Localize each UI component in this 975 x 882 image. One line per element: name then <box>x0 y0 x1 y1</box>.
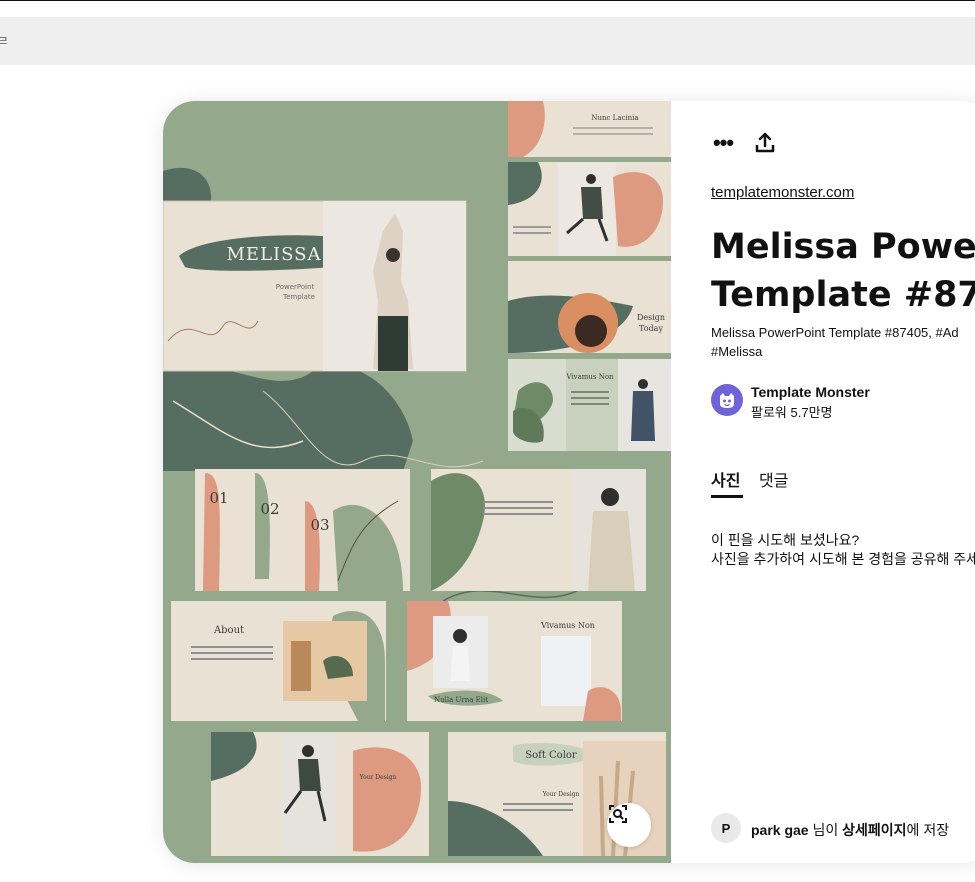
saved-by-row: P park gae 님이 상세페이지에 저장 <box>711 813 975 845</box>
visual-search-button[interactable] <box>607 803 651 847</box>
author-followers: 팔로워 5.7만명 <box>751 405 833 420</box>
slide-vivamus-mid-title: Vivamus Non <box>540 621 595 630</box>
slide-nulla-title: Nulla Urna Elit <box>434 696 488 704</box>
slide-about: About <box>171 601 386 721</box>
search-bar-glyph: ㄹ <box>0 33 9 49</box>
tab-photos[interactable]: 사진 <box>711 467 740 491</box>
slide-about-title: About <box>213 625 244 636</box>
more-options-button[interactable]: ••• <box>711 130 735 155</box>
cover-subtitle-1: PowerPoint <box>276 283 315 291</box>
pin-title-line2: Template #87405 <box>711 275 975 315</box>
slide-design-line2: Today <box>639 324 663 333</box>
pin-card: MELISSA PowerPoint Template Nunc Lacinia <box>163 101 975 863</box>
number-03: 03 <box>310 516 329 534</box>
saved-connector: 님이 <box>808 822 843 838</box>
slide-running: Your Design <box>211 732 429 856</box>
active-tab-indicator <box>711 495 743 498</box>
search-bar[interactable]: ㄹ <box>0 17 975 65</box>
slide-nunc-title: Nunc Lacinia <box>591 114 638 122</box>
tab-comments[interactable]: 댓글 <box>759 467 788 491</box>
slide-vivamus-top: Vivamus Non <box>508 359 671 451</box>
slide-soft-heading: Your Design <box>542 791 580 798</box>
saver-avatar[interactable]: P <box>711 813 741 843</box>
slide-cover: MELISSA PowerPoint Template <box>163 200 467 372</box>
description-line2[interactable]: #Melissa <box>711 342 975 361</box>
slide-numbers: 01 02 03 <box>195 469 410 591</box>
author-name[interactable]: Template Monster <box>751 384 870 400</box>
pin-details: ••• templatemonster.com Melissa PowerPoi… <box>711 101 975 863</box>
slide-woman-coat <box>431 469 646 591</box>
slide-fashion <box>508 162 671 256</box>
tried-prompt: 사진을 추가하여 시도해 본 경험을 공유해 주세요! <box>711 551 975 567</box>
cover-subtitle-2: Template <box>282 293 315 301</box>
saved-suffix: 에 저장 <box>906 822 950 838</box>
slide-vivamus-mid: Nulla Urna Elit Vivamus Non <box>407 601 622 721</box>
source-link[interactable]: templatemonster.com <box>711 184 854 201</box>
author-avatar[interactable] <box>711 384 743 416</box>
monster-logo-icon <box>720 393 734 408</box>
slide-vivamus-top-title: Vivamus Non <box>565 373 614 381</box>
number-02: 02 <box>260 500 279 518</box>
slide-nunc: Nunc Lacinia <box>508 101 671 157</box>
top-border <box>0 0 975 1</box>
saved-text: park gae 님이 상세페이지에 저장 <box>751 820 949 840</box>
number-01: 01 <box>209 489 228 507</box>
tried-it-section: 이 핀을 시도해 보셨나요? 사진을 추가하여 시도해 본 경험을 공유해 주세… <box>711 531 975 569</box>
slide-design-line1: Design <box>637 313 665 322</box>
author-row[interactable]: Template Monster 팔로워 5.7만명 <box>711 382 975 422</box>
pin-title-line1: Melissa PowerPoint <box>711 227 975 267</box>
template-preview-collage: MELISSA PowerPoint Template Nunc Lacinia <box>163 101 671 857</box>
slide-running-heading: Your Design <box>359 774 397 781</box>
share-icon[interactable] <box>753 131 777 155</box>
saver-name[interactable]: park gae <box>751 822 809 838</box>
cover-title: MELISSA <box>227 244 322 265</box>
visual-search-icon <box>609 805 627 823</box>
description-line1: Melissa PowerPoint Template #87405, #Ad <box>711 325 959 340</box>
slide-soft-title: Soft Color <box>525 750 577 761</box>
tried-question: 이 핀을 시도해 보셨나요? <box>711 532 860 548</box>
pin-image[interactable]: MELISSA PowerPoint Template Nunc Lacinia <box>163 101 671 863</box>
slide-design-today: Design Today <box>508 261 671 353</box>
pin-description: Melissa PowerPoint Template #87405, #Ad … <box>711 323 975 361</box>
board-name[interactable]: 상세페이지 <box>842 822 906 838</box>
pin-title: Melissa PowerPoint Template #87405 <box>711 223 975 319</box>
